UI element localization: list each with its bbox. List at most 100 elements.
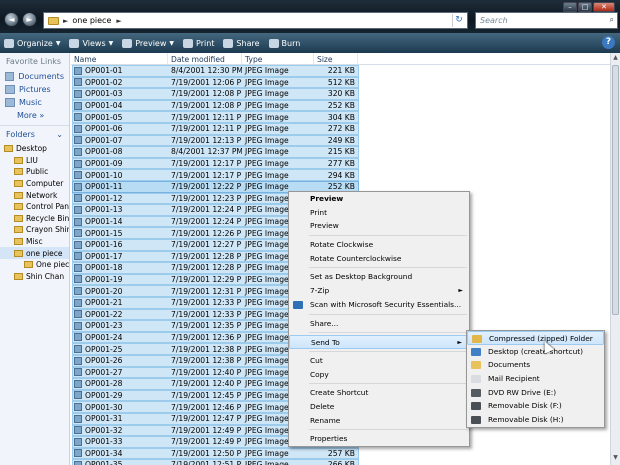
folder-tree-item[interactable]: Crayon Shin-chan (0, 224, 69, 236)
breadcrumb-one-piece[interactable]: one piece (72, 16, 111, 25)
column-header-date[interactable]: Date modified (168, 53, 242, 64)
file-row[interactable]: OP001-02 7/19/2001 12:06 PM JPEG Image 512 … (71, 77, 610, 89)
search-input[interactable]: Search ⌕ (475, 12, 618, 29)
search-icon[interactable]: ⌕ (610, 15, 614, 25)
folder-tree-item[interactable]: Desktop (0, 143, 69, 155)
file-name: OP001-23 (85, 321, 123, 331)
favorite-link-pictures[interactable]: Pictures (0, 83, 69, 96)
file-row[interactable]: OP001-06 7/19/2001 12:11 PM JPEG Image 272 … (71, 123, 610, 135)
context-menu-item[interactable]: Rotate Clockwise (289, 238, 469, 252)
file-row[interactable]: OP001-09 7/19/2001 12:17 PM JPEG Image 277 … (71, 158, 610, 170)
submenu-arrow-icon: ► (457, 339, 462, 347)
send-to-item[interactable]: Removable Disk (F:) (467, 399, 604, 413)
file-size-cell: 304 KB (327, 112, 355, 122)
preview-button[interactable]: Preview ▼ (122, 38, 174, 48)
send-to-item[interactable]: Removable Disk (H:) (467, 413, 604, 427)
help-icon[interactable]: ? (602, 36, 615, 49)
desktop-icon (471, 347, 481, 356)
file-row[interactable]: OP001-08 8/4/2001 12:37 PM JPEG Image 215 K… (71, 146, 610, 158)
more-links[interactable]: More » (0, 109, 69, 122)
context-menu-item[interactable]: Rotate Counterclockwise (289, 252, 469, 266)
scroll-up-icon[interactable]: ▲ (611, 54, 620, 64)
folder-tree-item[interactable]: One piece (0, 259, 69, 271)
breadcrumb-separator[interactable]: ► (63, 17, 68, 25)
send-to-item[interactable]: Compressed (zipped) Folder (467, 331, 604, 345)
file-name-cell: OP001-06 (71, 124, 168, 133)
file-row[interactable]: OP001-34 7/19/2001 12:50 PM JPEG Image 257 … (71, 448, 610, 460)
file-date-cell: 7/19/2001 12:13 PM (171, 135, 242, 145)
file-row[interactable]: OP001-10 7/19/2001 12:17 PM JPEG Image 294 … (71, 169, 610, 181)
context-menu-item[interactable]: Preview (289, 192, 469, 206)
context-menu-item[interactable]: Print (289, 206, 469, 220)
jpeg-file-icon (74, 356, 82, 365)
send-to-item[interactable]: Documents (467, 358, 604, 372)
organize-button[interactable]: Organize ▼ (4, 38, 60, 48)
file-type-cell: JPEG Image (245, 159, 289, 169)
context-menu-item[interactable]: Scan with Microsoft Security Essentials.… (289, 298, 469, 312)
file-row[interactable]: OP001-01 8/4/2001 12:30 PM JPEG Image 221 K… (71, 65, 610, 77)
forward-button[interactable]: ► (22, 12, 37, 27)
context-menu-item[interactable]: Delete (289, 400, 469, 414)
context-menu-item[interactable]: Properties (289, 432, 469, 446)
favorite-link-documents[interactable]: Documents (0, 70, 69, 83)
folders-header[interactable]: Folders ⌄ (0, 125, 69, 143)
folder-icon (4, 145, 13, 153)
folder-tree-item[interactable]: Shin Chan (0, 271, 69, 283)
context-menu-item[interactable]: Set as Desktop Background (289, 270, 469, 284)
folder-tree-item[interactable]: one piece (0, 247, 69, 259)
file-name: OP001-32 (85, 425, 123, 435)
file-name-cell: OP001-21 (71, 298, 168, 307)
folder-tree-item[interactable]: Network (0, 189, 69, 201)
folders-title: Folders (6, 130, 35, 139)
file-date-cell: 7/19/2001 12:35 PM (171, 321, 242, 331)
file-name: OP001-21 (85, 298, 123, 308)
scroll-down-icon[interactable]: ▼ (611, 454, 620, 464)
column-header-name[interactable]: Name (71, 53, 168, 64)
context-menu-item[interactable]: Create Shortcut (289, 386, 469, 400)
send-to-item[interactable]: Desktop (create shortcut) (467, 345, 604, 359)
context-menu-item[interactable]: 7-Zip ► (289, 284, 469, 298)
file-name: OP001-04 (85, 101, 123, 111)
scroll-thumb[interactable] (612, 65, 619, 315)
file-row[interactable]: OP001-07 7/19/2001 12:13 PM JPEG Image 249 … (71, 135, 610, 147)
folder-tree-item[interactable]: Public (0, 166, 69, 178)
send-to-item[interactable]: Mail Recipient (467, 372, 604, 386)
context-menu-item[interactable]: Send To ► (289, 335, 469, 349)
favorite-link-music[interactable]: Music (0, 96, 69, 109)
back-button[interactable]: ◄ (4, 12, 19, 27)
folder-tree-item[interactable]: Recycle Bin (0, 213, 69, 225)
context-menu-item[interactable]: Share... (289, 317, 469, 331)
address-bar[interactable]: ► one piece ► ↻ (43, 12, 468, 29)
refresh-icon[interactable]: ↻ (452, 14, 465, 27)
column-header-type[interactable]: Type (242, 53, 314, 64)
folder-icon (14, 272, 23, 280)
mail-icon (471, 375, 481, 384)
file-row[interactable]: OP001-35 7/19/2001 12:51 PM JPEG Image 266 … (71, 459, 610, 465)
share-button[interactable]: Share (223, 38, 260, 48)
file-date-cell: 7/19/2001 12:11 PM (171, 112, 242, 122)
file-row[interactable]: OP001-05 7/19/2001 12:11 PM JPEG Image 304 … (71, 111, 610, 123)
minimize-button[interactable]: – (563, 2, 577, 12)
print-button[interactable]: Print (183, 38, 214, 48)
folder-tree-item[interactable]: Misc (0, 236, 69, 248)
folder-tree-item[interactable]: Control Panel (0, 201, 69, 213)
views-button[interactable]: Views ▼ (69, 38, 113, 48)
breadcrumb-separator[interactable]: ► (116, 17, 121, 25)
context-menu-item[interactable]: Cut (289, 354, 469, 368)
folder-tree-item[interactable]: LIU (0, 155, 69, 167)
send-to-item[interactable]: DVD RW Drive (E:) (467, 386, 604, 400)
file-row[interactable]: OP001-04 7/19/2001 12:08 PM JPEG Image 252 … (71, 100, 610, 112)
file-name-cell: OP001-11 (71, 182, 168, 191)
folder-tree-item[interactable]: Computer (0, 178, 69, 190)
context-menu-item[interactable]: Rename (289, 414, 469, 428)
vertical-scrollbar[interactable]: ▲ ▼ (610, 53, 620, 465)
context-menu-item[interactable]: Copy (289, 368, 469, 382)
close-button[interactable]: ✕ (593, 2, 615, 12)
context-menu-item[interactable]: Preview (289, 219, 469, 233)
file-name: OP001-26 (85, 356, 123, 366)
column-header-size[interactable]: Size (314, 53, 358, 64)
burn-button[interactable]: Burn (268, 38, 300, 48)
maximize-button[interactable]: □ (578, 2, 592, 12)
jpeg-file-icon (74, 449, 82, 458)
file-row[interactable]: OP001-03 7/19/2001 12:08 PM JPEG Image 320 … (71, 88, 610, 100)
